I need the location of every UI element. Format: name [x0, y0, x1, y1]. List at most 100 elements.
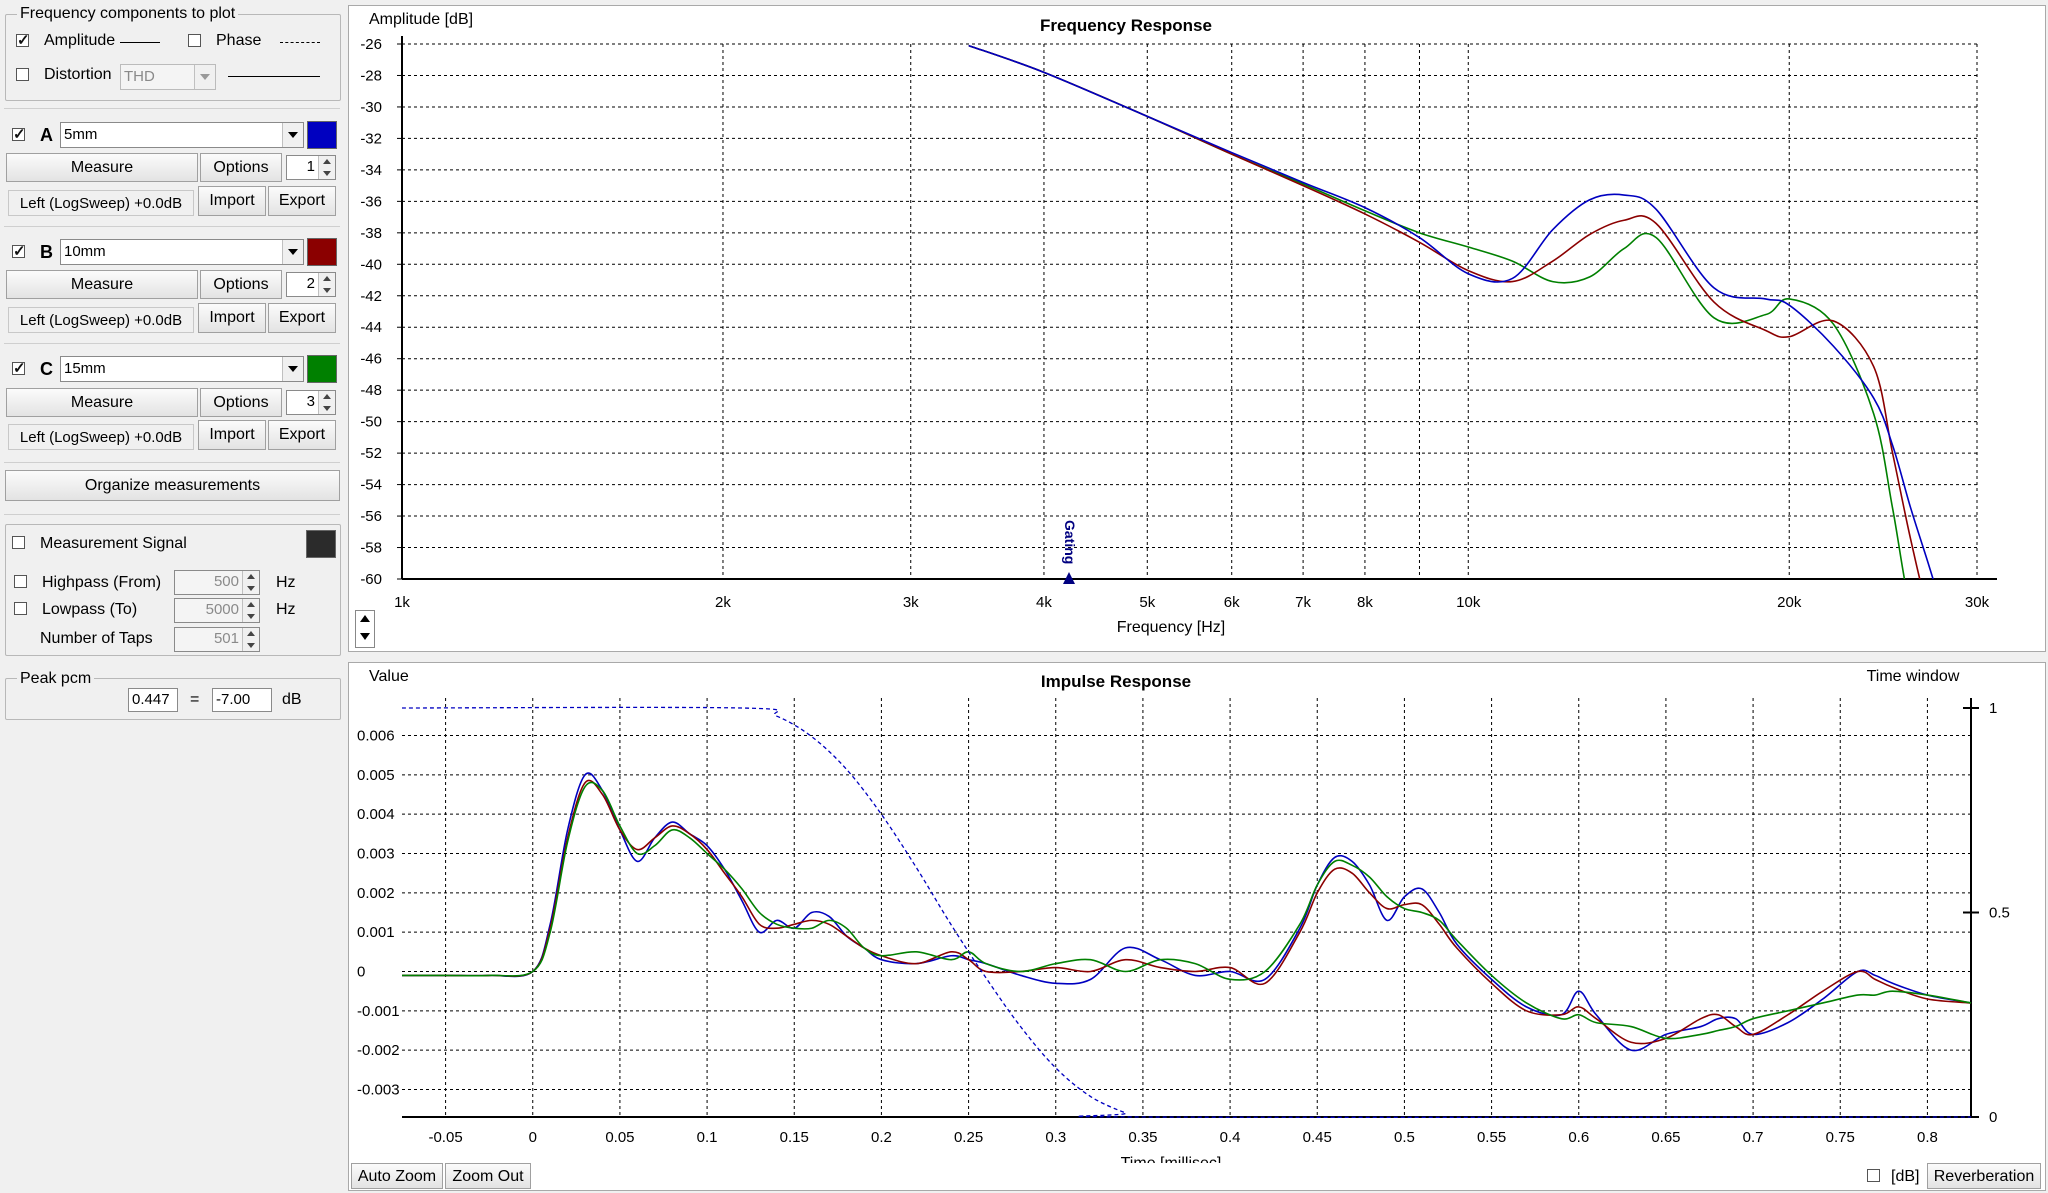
freq-y-tick-label: -44: [360, 319, 382, 336]
lowpass-label: Lowpass (To): [42, 601, 138, 618]
measurement-c-measure-button[interactable]: Measure: [6, 388, 198, 417]
reverberation-button[interactable]: Reverberation: [1927, 1163, 2041, 1189]
measurement-b-measure-button[interactable]: Measure: [6, 270, 198, 299]
lowpass-value: 5000: [205, 601, 239, 618]
imp-x-tick-label: 0.75: [1826, 1129, 1855, 1146]
measurement-a-export-button[interactable]: Export: [268, 186, 336, 216]
measurement-signal-checkbox[interactable]: [12, 536, 25, 549]
taps-value: 501: [213, 630, 239, 647]
freq-y-tick-label: -32: [360, 130, 382, 147]
measurement-c-options-button[interactable]: Options: [200, 388, 282, 417]
freq-x-tick-label: 6k: [1224, 594, 1240, 611]
spinner-arrows-icon[interactable]: [242, 599, 259, 622]
measurement-b-import-button[interactable]: Import: [198, 303, 266, 333]
freq-x-axis-label: Frequency [Hz]: [1117, 619, 1225, 636]
imp-series-b: [402, 779, 1972, 1045]
freq-scroll-arrows[interactable]: [355, 610, 375, 648]
measurement-c-checkbox[interactable]: [12, 359, 26, 377]
imp-x-tick-label: 0.5: [1394, 1129, 1415, 1146]
freq-x-tick-label: 30k: [1965, 594, 1990, 611]
measurement-a-index-spinner[interactable]: 1: [286, 155, 336, 180]
freq-x-tick-label: 1k: [394, 594, 410, 611]
imp-x-tick-label: 0.6: [1568, 1129, 1589, 1146]
freq-y-tick-label: -36: [360, 193, 382, 210]
spinner-arrows-icon[interactable]: [318, 156, 335, 179]
imp-series-a: [402, 772, 1972, 1052]
imp-x-tick-label: 0.4: [1220, 1129, 1241, 1146]
highpass-spinner[interactable]: 500: [174, 570, 260, 595]
freq-x-tick-label: 7k: [1295, 594, 1311, 611]
distortion-checkbox[interactable]: [16, 68, 29, 81]
freq-y-tick-label: -52: [360, 445, 382, 462]
measurement-b-options-button[interactable]: Options: [200, 270, 282, 299]
measurement-c-index-spinner[interactable]: 3: [286, 390, 336, 415]
peak-db-field[interactable]: -7.00: [212, 688, 272, 712]
measurement-b-export-button[interactable]: Export: [268, 303, 336, 333]
measurement-c-color-swatch[interactable]: [307, 355, 337, 383]
impulse-response-panel[interactable]: Value Impulse Response Time window Time …: [348, 662, 2046, 1191]
freq-x-tick-label: 3k: [903, 594, 919, 611]
taps-spinner[interactable]: 501: [174, 627, 260, 652]
auto-zoom-button[interactable]: Auto Zoom: [351, 1163, 443, 1189]
measurement-signal-color-swatch[interactable]: [306, 530, 336, 558]
impulse-response-chart[interactable]: Value Impulse Response Time window Time …: [349, 663, 2045, 1163]
measurement-signal-label: Measurement Signal: [40, 535, 187, 552]
imp-x-tick-label: 0.3: [1045, 1129, 1066, 1146]
distortion-type-select[interactable]: THD: [120, 64, 216, 90]
imp-y-axis-label: Value: [369, 668, 409, 685]
measurement-c-index: 3: [306, 393, 315, 410]
db-checkbox[interactable]: [1867, 1169, 1880, 1182]
freq-x-tick-label: 10k: [1456, 594, 1481, 611]
freq-x-tick-label: 5k: [1139, 594, 1155, 611]
measurement-a-measure-button[interactable]: Measure: [6, 153, 198, 182]
measurement-c-source: Left (LogSweep) +0.0dB: [8, 424, 194, 450]
spinner-arrows-icon[interactable]: [242, 628, 259, 651]
measurement-a-options-button[interactable]: Options: [200, 153, 282, 182]
measurement-a-name-select[interactable]: 5mm: [60, 122, 304, 148]
measurement-c-export-button[interactable]: Export: [268, 420, 336, 450]
phase-checkbox[interactable]: [188, 34, 201, 47]
scroll-up-icon[interactable]: [360, 615, 370, 622]
measurement-b-source: Left (LogSweep) +0.0dB: [8, 307, 194, 333]
lowpass-spinner[interactable]: 5000: [174, 598, 260, 623]
spinner-arrows-icon[interactable]: [318, 391, 335, 414]
freq-y-tick-label: -42: [360, 288, 382, 305]
imp-x-tick-label: 0.15: [780, 1129, 809, 1146]
measurement-b-checkbox[interactable]: [12, 242, 26, 260]
amplitude-checkbox[interactable]: [16, 31, 30, 49]
lowpass-checkbox[interactable]: [14, 602, 27, 615]
measurement-b-index-spinner[interactable]: 2: [286, 272, 336, 297]
distortion-type-value: THD: [124, 68, 155, 85]
peak-equals: =: [190, 691, 200, 708]
highpass-checkbox[interactable]: [14, 575, 27, 588]
measurement-c-import-button[interactable]: Import: [198, 420, 266, 450]
imp-right-tick-label: 0.5: [1989, 905, 2010, 922]
peak-value-field[interactable]: 0.447: [128, 688, 178, 712]
highpass-unit: Hz: [276, 574, 296, 591]
imp-x-tick-label: 0.25: [954, 1129, 983, 1146]
measurement-b-name-select[interactable]: 10mm: [60, 239, 304, 265]
amplitude-line-sample: [120, 42, 160, 43]
frequency-response-chart[interactable]: Amplitude [dB] Frequency Response Freque…: [349, 6, 2045, 651]
imp-x-tick-label: 0.35: [1128, 1129, 1157, 1146]
spinner-arrows-icon[interactable]: [242, 571, 259, 594]
zoom-out-button[interactable]: Zoom Out: [445, 1163, 531, 1189]
scroll-down-icon[interactable]: [360, 633, 370, 640]
freq-y-tick-label: -54: [360, 477, 382, 494]
measurement-a-index: 1: [306, 158, 315, 175]
gating-marker[interactable]: Gating: [1062, 520, 1078, 584]
measurement-c-name-select[interactable]: 15mm: [60, 356, 304, 382]
imp-y-tick-label: 0.004: [357, 806, 395, 823]
imp-x-tick-label: 0.55: [1477, 1129, 1506, 1146]
measurement-b-color-swatch[interactable]: [307, 238, 337, 266]
spinner-arrows-icon[interactable]: [318, 273, 335, 296]
imp-x-tick-label: 0: [529, 1129, 537, 1146]
frequency-response-panel[interactable]: Amplitude [dB] Frequency Response Freque…: [348, 5, 2046, 652]
imp-series-c: [402, 781, 1972, 1040]
measurement-a-color-swatch[interactable]: [307, 121, 337, 149]
measurement-a-checkbox[interactable]: [12, 125, 26, 143]
measurement-a-import-button[interactable]: Import: [198, 186, 266, 216]
organize-measurements-button[interactable]: Organize measurements: [5, 470, 340, 501]
imp-y-tick-label: 0: [357, 963, 365, 980]
imp-x-tick-label: 0.45: [1303, 1129, 1332, 1146]
